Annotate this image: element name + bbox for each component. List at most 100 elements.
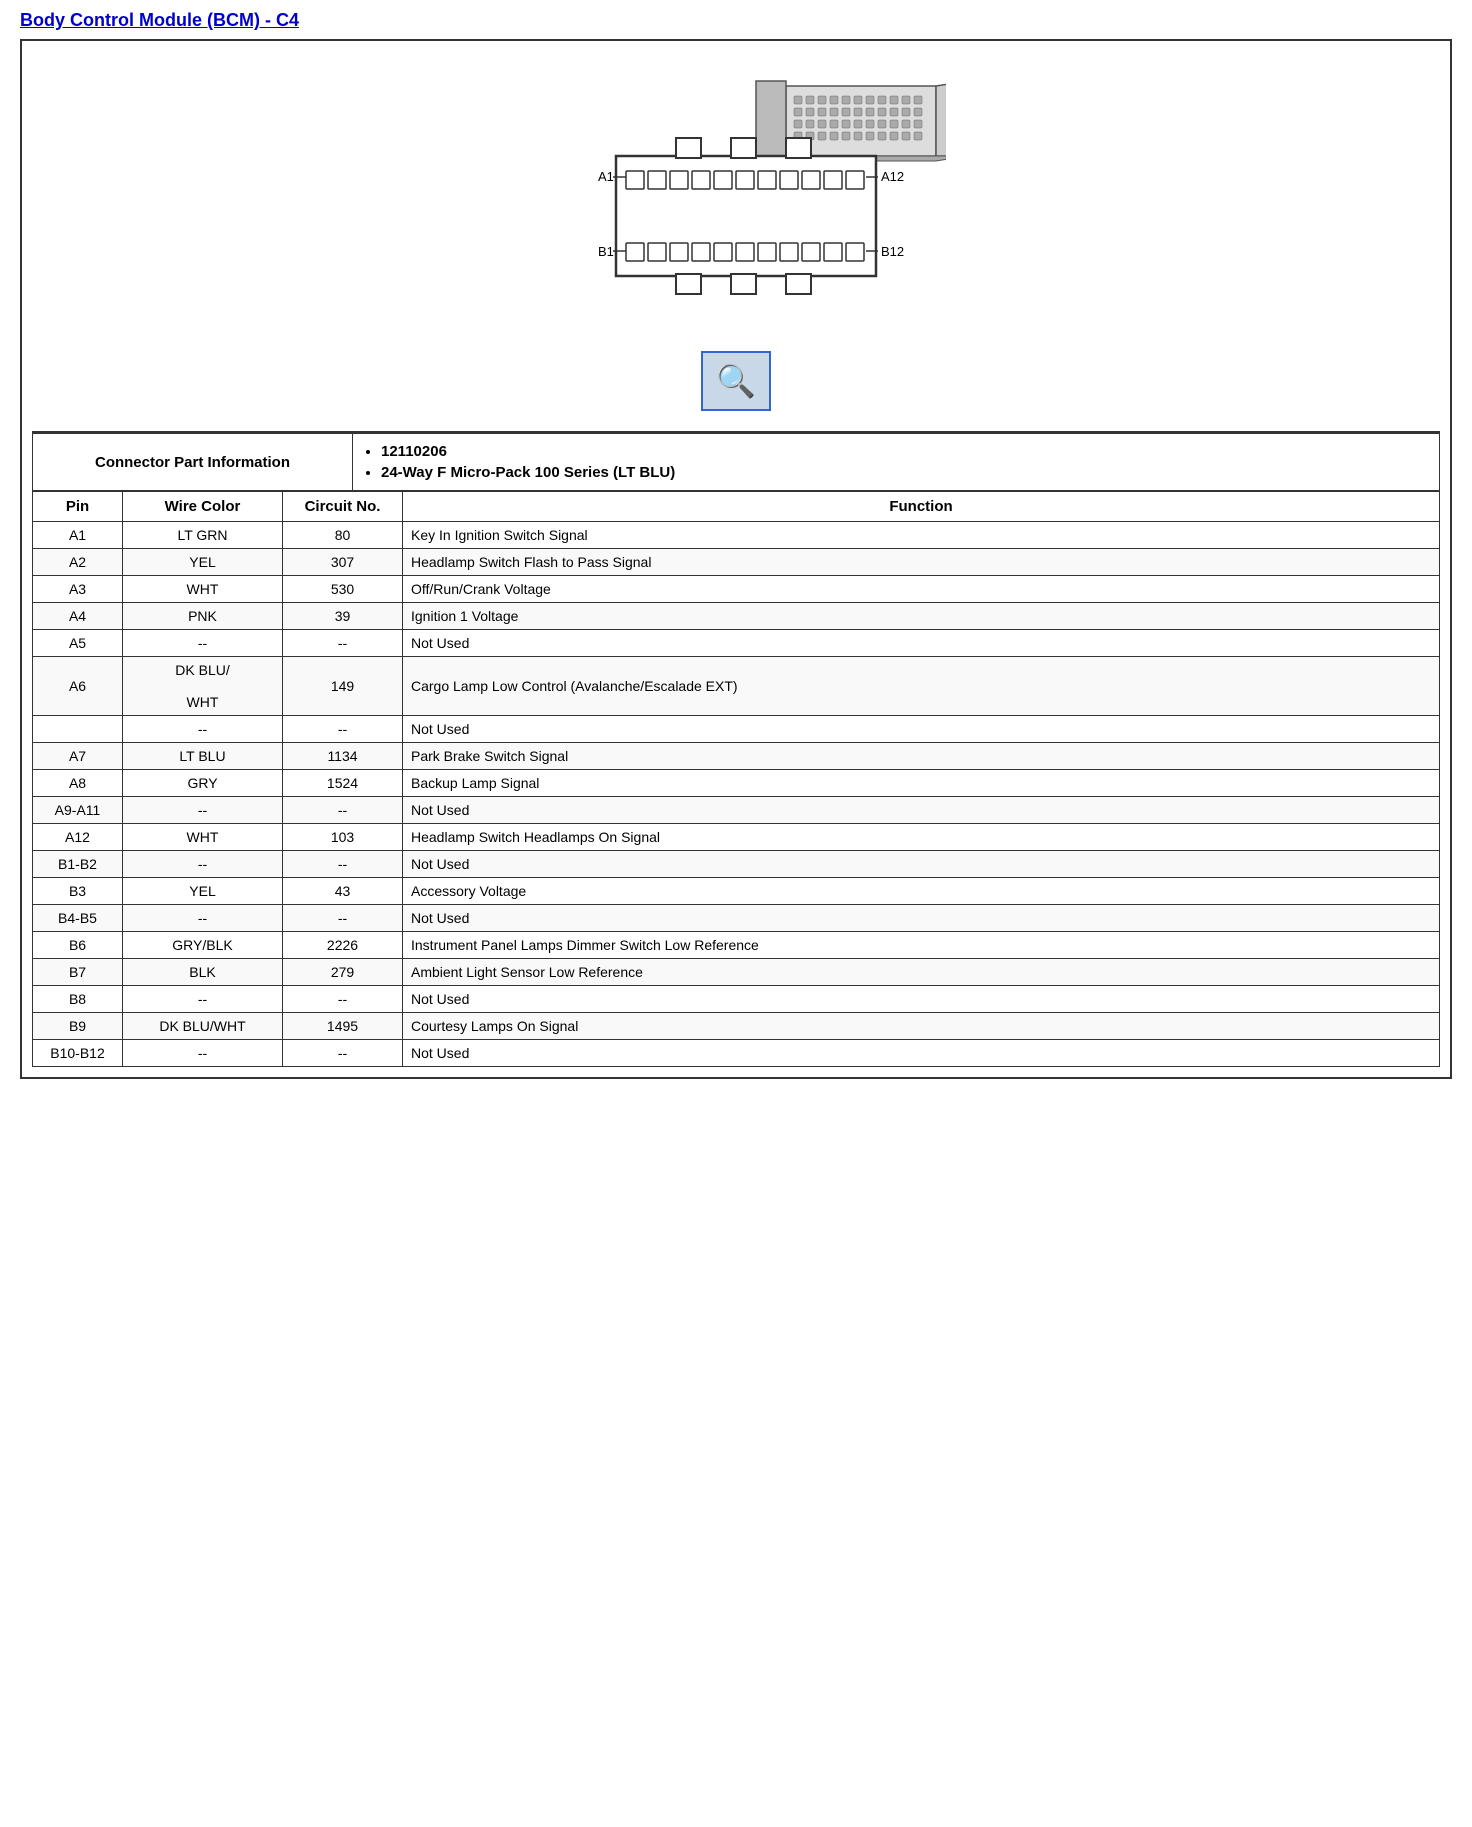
function-cell: Not Used: [403, 630, 1440, 657]
table-row: B3YEL43Accessory Voltage: [33, 878, 1440, 905]
table-row: B10-B12----Not Used: [33, 1040, 1440, 1067]
circuit-no-cell: 1524: [283, 770, 403, 797]
table-row: B9DK BLU/WHT1495Courtesy Lamps On Signal: [33, 1013, 1440, 1040]
function-cell: Not Used: [403, 797, 1440, 824]
function-cell: Not Used: [403, 986, 1440, 1013]
wire-color-cell: --: [123, 797, 283, 824]
table-row: A7LT BLU1134Park Brake Switch Signal: [33, 743, 1440, 770]
pin-cell: A12: [33, 824, 123, 851]
table-row: B1-B2----Not Used: [33, 851, 1440, 878]
magnify-icon: 🔍: [716, 362, 756, 400]
circuit-no-cell: --: [283, 986, 403, 1013]
connector-detail-item-1: 24-Way F Micro-Pack 100 Series (LT BLU): [381, 464, 1431, 481]
table-row: A2YEL307Headlamp Switch Flash to Pass Si…: [33, 549, 1440, 576]
label-a1: A1: [598, 169, 614, 184]
table-row: A4PNK39Ignition 1 Voltage: [33, 603, 1440, 630]
circuit-no-cell: 80: [283, 522, 403, 549]
table-row: A12WHT103Headlamp Switch Headlamps On Si…: [33, 824, 1440, 851]
wire-color-cell: --: [123, 716, 283, 743]
header-wire-color: Wire Color: [123, 492, 283, 522]
header-function: Function: [403, 492, 1440, 522]
pin-cell: [33, 716, 123, 743]
function-cell: Courtesy Lamps On Signal: [403, 1013, 1440, 1040]
table-row: A6DK BLU/ WHT149Cargo Lamp Low Control (…: [33, 657, 1440, 716]
circuit-no-cell: 1134: [283, 743, 403, 770]
function-cell: Off/Run/Crank Voltage: [403, 576, 1440, 603]
function-cell: Not Used: [403, 716, 1440, 743]
function-cell: Instrument Panel Lamps Dimmer Switch Low…: [403, 932, 1440, 959]
function-cell: Accessory Voltage: [403, 878, 1440, 905]
circuit-no-cell: 530: [283, 576, 403, 603]
pin-cell: A7: [33, 743, 123, 770]
label-a12: A12: [881, 169, 904, 184]
function-cell: Not Used: [403, 905, 1440, 932]
circuit-no-cell: --: [283, 630, 403, 657]
function-cell: Ambient Light Sensor Low Reference: [403, 959, 1440, 986]
pin-cell: A6: [33, 657, 123, 716]
function-cell: Cargo Lamp Low Control (Avalanche/Escala…: [403, 657, 1440, 716]
table-row: B6GRY/BLK2226Instrument Panel Lamps Dimm…: [33, 932, 1440, 959]
function-cell: Headlamp Switch Flash to Pass Signal: [403, 549, 1440, 576]
function-cell: Not Used: [403, 851, 1440, 878]
table-row: A8GRY1524Backup Lamp Signal: [33, 770, 1440, 797]
table-row: A5----Not Used: [33, 630, 1440, 657]
function-cell: Headlamp Switch Headlamps On Signal: [403, 824, 1440, 851]
circuit-no-cell: 103: [283, 824, 403, 851]
pin-cell: A8: [33, 770, 123, 797]
wire-color-cell: --: [123, 905, 283, 932]
pin-cell: B4-B5: [33, 905, 123, 932]
wire-color-cell: PNK: [123, 603, 283, 630]
circuit-no-cell: 39: [283, 603, 403, 630]
table-row: A3WHT530Off/Run/Crank Voltage: [33, 576, 1440, 603]
table-row: B8----Not Used: [33, 986, 1440, 1013]
wire-color-cell: WHT: [123, 576, 283, 603]
table-row: B4-B5----Not Used: [33, 905, 1440, 932]
connector-info-label: Connector Part Information: [33, 433, 353, 491]
pin-cell: B7: [33, 959, 123, 986]
wire-color-cell: --: [123, 630, 283, 657]
diagram-area: A1 A12 B1 B12 🔍: [32, 51, 1440, 432]
circuit-no-cell: --: [283, 851, 403, 878]
function-cell: Park Brake Switch Signal: [403, 743, 1440, 770]
function-cell: Key In Ignition Switch Signal: [403, 522, 1440, 549]
pin-cell: A4: [33, 603, 123, 630]
connector-diagram: A1 A12 B1 B12: [526, 61, 946, 341]
pin-cell: B10-B12: [33, 1040, 123, 1067]
circuit-no-cell: 279: [283, 959, 403, 986]
wire-color-cell: DK BLU/ WHT: [123, 657, 283, 716]
magnify-button[interactable]: 🔍: [701, 351, 771, 411]
connector-detail-item-0: 12110206: [381, 443, 1431, 460]
wire-color-cell: LT GRN: [123, 522, 283, 549]
pin-table: Pin Wire Color Circuit No. Function A1LT…: [32, 491, 1440, 1067]
pin-cell: A2: [33, 549, 123, 576]
info-table: Connector Part Information 12110206 24-W…: [32, 432, 1440, 491]
wire-color-cell: --: [123, 986, 283, 1013]
pin-cell: A3: [33, 576, 123, 603]
function-cell: Backup Lamp Signal: [403, 770, 1440, 797]
wire-color-cell: DK BLU/WHT: [123, 1013, 283, 1040]
table-row: B7BLK279Ambient Light Sensor Low Referen…: [33, 959, 1440, 986]
main-content: A1 A12 B1 B12 🔍 Connector Part Informati…: [20, 39, 1452, 1079]
circuit-no-cell: 1495: [283, 1013, 403, 1040]
wire-color-cell: YEL: [123, 878, 283, 905]
function-cell: Ignition 1 Voltage: [403, 603, 1440, 630]
pin-cell: A1: [33, 522, 123, 549]
circuit-no-cell: 149: [283, 657, 403, 716]
wire-color-cell: --: [123, 1040, 283, 1067]
header-circuit-no: Circuit No.: [283, 492, 403, 522]
table-row: ----Not Used: [33, 716, 1440, 743]
circuit-no-cell: --: [283, 797, 403, 824]
connector-detail-list: 12110206 24-Way F Micro-Pack 100 Series …: [361, 443, 1431, 481]
circuit-no-cell: --: [283, 716, 403, 743]
wire-color-cell: BLK: [123, 959, 283, 986]
label-b12: B12: [881, 244, 904, 259]
circuit-no-cell: 43: [283, 878, 403, 905]
label-b1: B1: [598, 244, 614, 259]
wire-color-cell: GRY: [123, 770, 283, 797]
header-pin: Pin: [33, 492, 123, 522]
pin-cell: A9-A11: [33, 797, 123, 824]
page-title: Body Control Module (BCM) - C4: [20, 10, 1452, 31]
wire-color-cell: --: [123, 851, 283, 878]
pin-cell: B9: [33, 1013, 123, 1040]
connector-detail-cell: 12110206 24-Way F Micro-Pack 100 Series …: [353, 433, 1440, 491]
